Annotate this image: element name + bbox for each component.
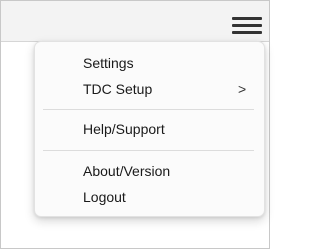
menu-item-label: TDC Setup (83, 81, 153, 97)
menu-item-settings[interactable]: Settings (39, 50, 260, 76)
menu-item-label: Help/Support (83, 121, 165, 137)
chevron-right-icon: > (238, 81, 247, 97)
menu-item-help-support[interactable]: Help/Support (39, 116, 260, 142)
hamburger-menu-icon[interactable] (232, 17, 262, 37)
menu-item-tdc-setup[interactable]: TDC Setup > (39, 76, 260, 102)
menu-item-label: About/Version (83, 163, 171, 179)
top-bar (1, 1, 269, 42)
hamburger-line (232, 24, 262, 27)
menu-separator (43, 109, 254, 110)
hamburger-line (232, 31, 262, 34)
hamburger-line (232, 17, 262, 20)
app-window: Settings TDC Setup > Help/Support About/… (0, 0, 270, 249)
menu-separator (43, 150, 254, 151)
menu-item-label: Settings (83, 55, 134, 71)
menu-item-about-version[interactable]: About/Version (39, 158, 260, 184)
menu-item-label: Logout (83, 189, 126, 205)
menu-item-logout[interactable]: Logout (39, 184, 260, 210)
dropdown-menu: Settings TDC Setup > Help/Support About/… (34, 41, 265, 217)
